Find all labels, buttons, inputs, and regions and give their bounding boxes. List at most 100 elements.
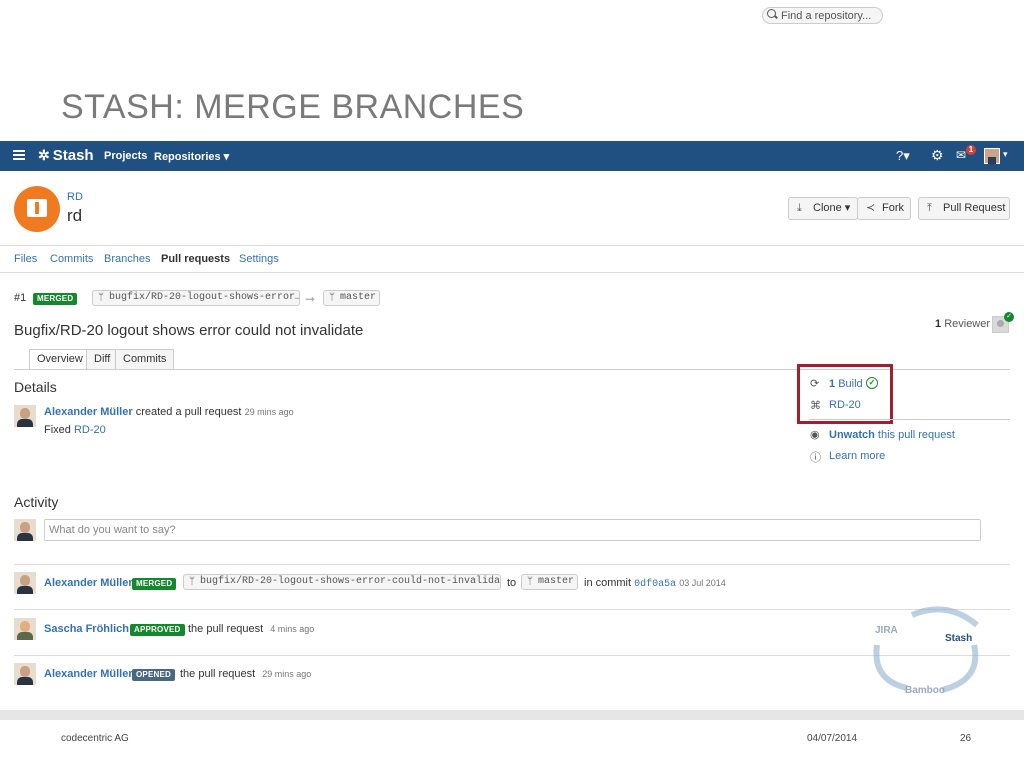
sidebar-divider (809, 419, 1010, 420)
pr-title: Bugfix/RD-20 logout shows error could no… (14, 322, 364, 339)
fork-label: Fork (882, 202, 904, 214)
comment-input[interactable]: What do you want to say? (44, 519, 981, 541)
commit-hash-link[interactable]: 0df0a5a (634, 579, 676, 590)
inbox-icon[interactable]: ✉ (956, 148, 966, 162)
activity-merged-row: Alexander Müller (44, 577, 133, 589)
clone-button[interactable]: ⤓ Clone ▾ (788, 197, 858, 220)
nav-projects[interactable]: Projects (104, 150, 147, 162)
target-branch-name: master (538, 576, 575, 587)
search-input[interactable]: Find a repository... (762, 7, 883, 24)
jira-logo: JIRA (875, 625, 898, 636)
fork-button[interactable]: ≺ Fork (857, 197, 911, 220)
pull-request-button[interactable]: ⤒ Pull Request (918, 197, 1010, 220)
branch-icon: ᛘ (98, 292, 104, 303)
cycle-arrow-left (873, 644, 908, 691)
help-circle-icon: ⓘ (810, 452, 821, 464)
current-user-avatar (14, 519, 36, 541)
author-link[interactable]: Alexander Müller (44, 577, 133, 589)
unwatch-rest: this pull request (877, 429, 955, 441)
opened-action: the pull request (180, 668, 256, 680)
author-avatar[interactable] (14, 405, 36, 427)
inbox-badge: 1 (966, 145, 976, 155)
logo-text: Stash (52, 147, 94, 164)
tab-files[interactable]: Files (14, 253, 37, 265)
reviewer-label: Reviewer (944, 318, 991, 330)
footer-date: 04/07/2014 (807, 733, 858, 744)
nav-repositories[interactable]: Repositories ▾ (154, 150, 229, 163)
approved-check-icon: ✓ (1004, 312, 1014, 322)
build-sync-icon: ⟳ (810, 378, 820, 390)
tab-settings[interactable]: Settings (239, 253, 279, 265)
approved-text: the pull request 4 mins ago (188, 623, 314, 635)
bottom-strip (0, 710, 1024, 720)
source-branch[interactable]: ᛘ bugfix/RD-20-logout-shows-error… (92, 290, 300, 306)
slide-title: STASH: MERGE BRANCHES (61, 88, 525, 126)
jira-issue-link[interactable]: RD-20 (829, 399, 861, 411)
merged-badge: MERGED (132, 578, 177, 590)
activity-opened-row: Alexander Müller (44, 668, 133, 680)
pr-id: #1 (14, 292, 27, 304)
author-avatar[interactable] (14, 663, 36, 685)
build-link[interactable]: 1 Build (829, 378, 863, 390)
pr-tab-overview[interactable]: Overview (29, 349, 91, 370)
author-avatar[interactable] (14, 572, 36, 594)
reviewer-avatar[interactable] (14, 618, 36, 640)
tab-pull-requests[interactable]: Pull requests (161, 253, 230, 265)
jira-issue-icon: ⌘ (810, 400, 821, 412)
user-avatar[interactable] (984, 148, 1000, 164)
tab-branches[interactable]: Branches (104, 253, 150, 265)
unwatch-link[interactable]: Unwatch this pull request (829, 429, 955, 441)
merged-badge: MERGED (33, 293, 78, 305)
project-key-link[interactable]: RD (67, 191, 83, 203)
reviewers-summary[interactable]: 1 Reviewer (935, 318, 990, 330)
gear-icon[interactable]: ⚙ (931, 147, 944, 164)
opened-badge: OPENED (132, 669, 175, 681)
in-commit-label: in commit (584, 577, 632, 589)
approved-badge: APPROVED (130, 624, 185, 636)
reviewer-count: 1 (935, 318, 942, 330)
fork-icon: ≺ (866, 202, 876, 214)
stash-logo[interactable]: ✲ Stash (38, 147, 94, 164)
project-avatar[interactable] (14, 186, 60, 232)
build-label: Build (838, 378, 863, 390)
help-icon[interactable]: ?▾ (896, 148, 910, 164)
details-created-row: Alexander Müller created a pull request … (44, 406, 294, 418)
source-branch[interactable]: ᛘ bugfix/RD-20-logout-shows-error-could-… (183, 574, 501, 590)
highlight-box (797, 364, 893, 424)
description-prefix: Fixed (44, 424, 71, 436)
details-heading: Details (14, 379, 57, 395)
pr-tab-commits[interactable]: Commits (115, 349, 175, 369)
target-branch[interactable]: ᛘ master (521, 574, 578, 590)
build-success-icon: ✓ (866, 377, 878, 389)
approved-action: the pull request (188, 623, 264, 635)
target-branch[interactable]: ᛘ master (323, 290, 380, 306)
stash-logo-small: Stash (945, 633, 973, 644)
stash-logo-icon: ✲ (38, 147, 50, 163)
activity-divider (14, 655, 1010, 656)
source-branch-name: bugfix/RD-20-logout-shows-error-could-no… (200, 576, 501, 587)
issue-link[interactable]: RD-20 (74, 424, 106, 436)
tab-commits[interactable]: Commits (50, 253, 93, 265)
author-link[interactable]: Alexander Müller (44, 668, 133, 680)
author-link[interactable]: Sascha Fröhlich (44, 623, 129, 635)
menu-icon[interactable] (13, 150, 25, 160)
repo-tab-bar (0, 245, 1024, 273)
merged-time: 03 Jul 2014 (679, 578, 726, 588)
pr-tab-diff[interactable]: Diff (86, 349, 119, 369)
to-label: to (507, 577, 517, 589)
activity-divider (14, 609, 1010, 610)
target-branch-name: master (340, 292, 377, 303)
unwatch-bold: Unwatch (829, 429, 875, 441)
eye-icon: ◉ (810, 429, 820, 441)
opened-time: 29 mins ago (262, 669, 312, 679)
opened-text: the pull request 29 mins ago (180, 668, 311, 680)
upload-icon: ⤒ (927, 202, 932, 214)
source-branch-name: bugfix/RD-20-logout-shows-error… (109, 292, 300, 303)
user-menu-chevron-icon[interactable]: ▾ (1003, 149, 1008, 160)
activity-heading: Activity (14, 494, 59, 510)
pr-description: Fixed RD-20 (44, 424, 106, 436)
author-link[interactable]: Alexander Müller (44, 406, 133, 418)
top-navbar: ✲ Stash Projects Repositories ▾ (0, 141, 1024, 171)
learn-more-link[interactable]: Learn more (829, 450, 885, 462)
pull-request-label: Pull Request (943, 202, 1006, 214)
